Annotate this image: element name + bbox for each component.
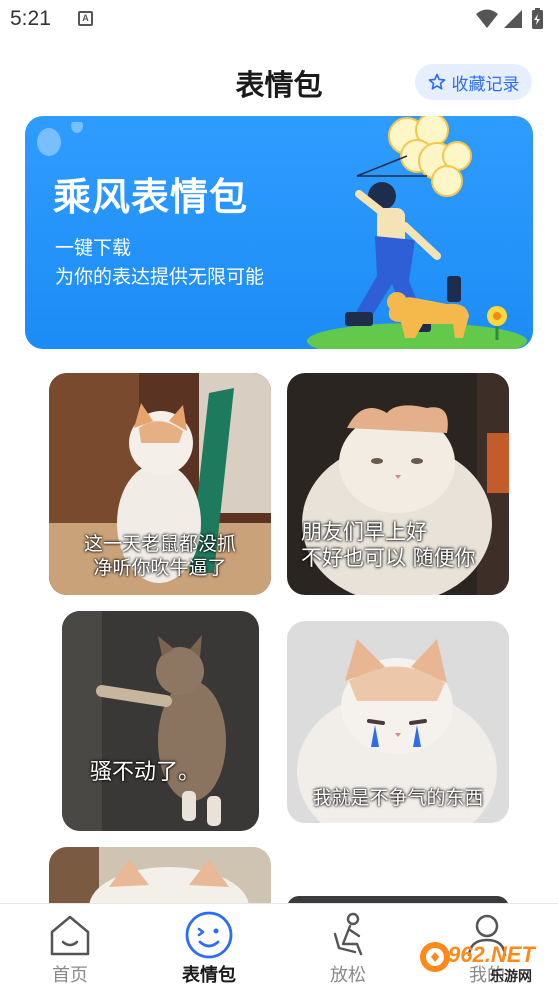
nav-label: 放松 <box>330 965 366 986</box>
cat-sticker-image <box>62 611 259 831</box>
nav-item-stickers[interactable]: 表情包 <box>154 904 264 992</box>
sticker-card[interactable]: 这一天老鼠都没抓 净听你吹牛逼了 <box>49 373 271 595</box>
nav-label: 首页 <box>52 965 88 986</box>
banner-subtitle: 为你的表达提供无限可能 <box>55 266 265 288</box>
banner[interactable]: 乘风表情包 一键下载 为你的表达提供无限可能 <box>25 116 533 349</box>
banner-subtitle: 一键下载 <box>55 237 132 259</box>
banner-title: 乘风表情包 <box>53 175 249 219</box>
sticker-card[interactable]: 朋友们早上好 不好也可以 随便你 <box>287 373 509 595</box>
nav-label: 表情包 <box>182 965 236 986</box>
sticker-card[interactable] <box>49 847 271 907</box>
sticker-caption: 这一天老鼠都没抓 净听你吹牛逼了 <box>83 533 236 579</box>
balloon-decoration <box>37 122 83 156</box>
sticker-caption: 我就是不争气的东西 <box>312 787 484 809</box>
girl-with-balloons-illustration <box>307 116 527 349</box>
nav-item-home[interactable]: 首页 <box>15 904 125 992</box>
favorites-button[interactable]: 收藏记录 <box>415 64 532 100</box>
sticker-caption: 朋友们早上好 不好也可以 随便你 <box>301 520 476 571</box>
nav-item-relax[interactable]: 放松 <box>293 904 403 992</box>
massage-chair-icon <box>333 912 363 956</box>
smile-icon <box>185 911 233 959</box>
notification-icon: A <box>78 11 93 26</box>
favorites-label: 收藏记录 <box>451 74 520 95</box>
watermark-logo-icon <box>420 942 450 972</box>
header: 表情包 收藏记录 <box>0 50 558 110</box>
status-time: 5:21 <box>10 7 51 30</box>
cat-sticker-image <box>49 847 271 907</box>
home-icon <box>50 915 90 956</box>
status-icons <box>476 8 543 29</box>
site-watermark: 962.NET 乐游网 <box>418 940 554 990</box>
watermark-subtext: 乐游网 <box>490 969 532 985</box>
signal-icon <box>504 10 522 28</box>
sticker-card[interactable]: 骚不动了。 <box>62 611 259 831</box>
sticker-card[interactable]: 我就是不争气的东西 <box>287 621 509 823</box>
star-icon <box>428 73 445 90</box>
sticker-caption: 骚不动了。 <box>90 760 201 785</box>
watermark-text: 962.NET <box>448 942 535 967</box>
wifi-icon <box>476 9 498 28</box>
status-bar: 5:21 A <box>0 0 558 40</box>
